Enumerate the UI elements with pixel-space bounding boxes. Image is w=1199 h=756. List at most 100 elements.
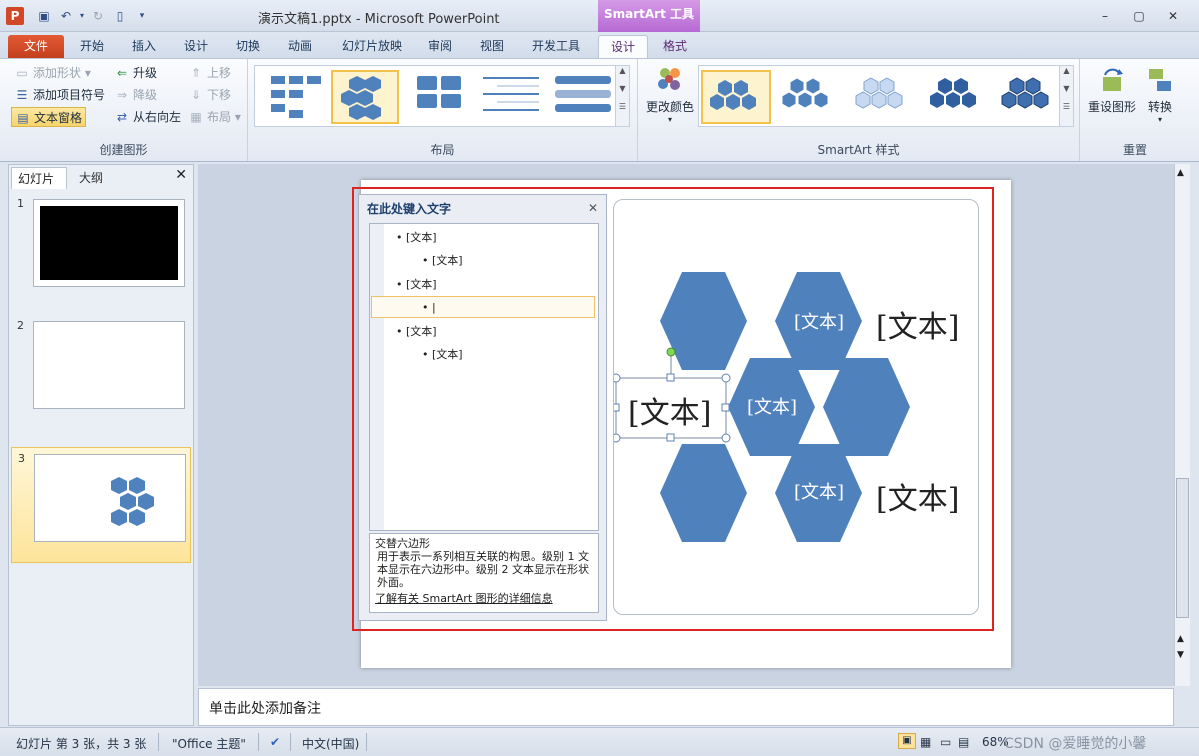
next-slide-icon[interactable]: ▼ <box>1177 650 1184 660</box>
demote-button[interactable]: ⇒ 降级 <box>114 85 157 105</box>
slide-thumbnail-1[interactable]: 1 <box>11 193 191 309</box>
normal-view-icon[interactable]: ▣ <box>898 733 916 749</box>
theme-status[interactable]: "Office 主题" <box>172 735 246 752</box>
new-file-icon[interactable]: ▯ <box>112 8 128 24</box>
slide-count-status: 幻灯片 第 3 张，共 3 张 <box>16 737 147 751</box>
highlight-rectangle <box>352 187 994 631</box>
slide-number: 3 <box>18 452 25 465</box>
tab-insert[interactable]: 插入 <box>122 35 166 58</box>
language-status[interactable]: 中文(中国) <box>302 735 359 752</box>
right-to-left-button[interactable]: ⇄ 从右向左 <box>114 107 181 127</box>
slide-number: 1 <box>17 197 24 210</box>
scroll-up-icon[interactable]: ▲ <box>1177 168 1184 178</box>
layout-item-block-list[interactable] <box>405 70 473 124</box>
vertical-scrollbar[interactable]: ▲ ▲ ▼ <box>1174 164 1190 686</box>
tab-file[interactable]: 文件 <box>8 35 64 58</box>
style-item-4[interactable] <box>923 70 993 124</box>
notes-pane[interactable]: 单击此处添加备注 <box>198 688 1174 726</box>
bullet-list-icon: ☰ <box>16 88 28 102</box>
tab-slideshow[interactable]: 幻灯片放映 <box>334 35 410 58</box>
ribbon: ▭ 添加形状 ▾ ☰ 添加项目符号 ▤ 文本窗格 ⇐ 升级 ⇒ 降级 ⇄ 从右向左 ⇑ 上移 … <box>0 58 1199 162</box>
right-to-left-icon: ⇄ <box>116 110 128 124</box>
style-item-3[interactable] <box>849 70 919 124</box>
layout-button[interactable]: ▦ 布局 ▾ <box>188 107 241 127</box>
slide-sorter-icon[interactable]: ▦ <box>920 735 931 749</box>
layout-icon: ▦ <box>190 110 202 124</box>
group-smartart-styles: 更改颜色 ▾ ▲ ▼ ☰ SmartArt 样式 <box>638 59 1080 161</box>
previous-slide-icon[interactable]: ▲ <box>1177 634 1184 644</box>
add-shape-button[interactable]: ▭ 添加形状 ▾ <box>14 63 91 83</box>
reset-graphic-icon <box>1103 68 1123 91</box>
reading-view-icon[interactable]: ▭ <box>940 735 951 749</box>
tab-developer[interactable]: 开发工具 <box>524 35 588 58</box>
move-up-button[interactable]: ⇑ 上移 <box>188 63 231 83</box>
smartart-tools-title: SmartArt 工具 <box>598 0 700 32</box>
group-reset: 重设图形 转换 ▾ 重置 <box>1080 59 1190 161</box>
powerpoint-logo-icon[interactable]: P <box>6 7 24 25</box>
ribbon-tabs: 文件 开始 插入 设计 切换 动画 幻灯片放映 审阅 视图 开发工具 设计 格式… <box>0 32 1199 85</box>
arrow-down-icon: ⇓ <box>190 88 202 102</box>
close-icon[interactable]: ✕ <box>1164 8 1182 24</box>
customize-qat-icon[interactable]: ▾ <box>134 8 150 24</box>
group-create-graphic: ▭ 添加形状 ▾ ☰ 添加项目符号 ▤ 文本窗格 ⇐ 升级 ⇒ 降级 ⇄ 从右向左 ⇑ 上移 … <box>0 59 248 161</box>
slide-preview <box>34 454 186 542</box>
tab-outline[interactable]: 大纲 <box>73 167 109 189</box>
tab-smartart-format[interactable]: 格式 <box>652 35 698 58</box>
text-pane-icon: ▤ <box>17 111 29 125</box>
scroll-thumb[interactable] <box>1176 478 1189 618</box>
move-down-button[interactable]: ⇓ 下移 <box>188 85 231 105</box>
layouts-gallery: ▲ ▼ ☰ <box>254 65 630 127</box>
tab-smartart-design[interactable]: 设计 <box>598 35 648 58</box>
watermark-text: CSDN @爱睡觉的小馨 <box>1004 736 1147 752</box>
styles-gallery: ▲ ▼ ☰ <box>698 65 1074 127</box>
layout-item-hierarchy[interactable] <box>261 70 329 124</box>
maximize-icon[interactable]: ▢ <box>1130 8 1148 24</box>
add-shape-icon: ▭ <box>16 66 28 80</box>
slideshow-view-icon[interactable]: ▤ <box>958 735 969 749</box>
slide-preview <box>33 199 185 287</box>
convert-dropdown-icon: ▾ <box>1157 115 1162 124</box>
tab-review[interactable]: 审阅 <box>418 35 462 58</box>
group-label-reset: 重置 <box>1122 143 1147 157</box>
redo-icon[interactable]: ↻ <box>90 8 106 24</box>
group-label-layouts: 布局 <box>430 143 455 157</box>
styles-gallery-scroll[interactable]: ▲ ▼ ☰ <box>1059 66 1073 126</box>
slide-thumbnail-3[interactable]: 3 <box>11 447 191 563</box>
tab-design[interactable]: 设计 <box>174 35 218 58</box>
group-layouts: ▲ ▼ ☰ 布局 <box>248 59 638 161</box>
notes-placeholder: 单击此处添加备注 <box>209 701 321 717</box>
black-rectangle <box>40 206 178 280</box>
hexagon-thumbnail <box>111 477 154 526</box>
undo-dropdown-icon[interactable]: ▾ <box>74 8 90 24</box>
promote-arrow-icon: ⇐ <box>116 66 128 80</box>
change-colors-button[interactable]: 更改颜色 ▾ <box>644 65 696 124</box>
slide-thumbnail-2[interactable]: 2 <box>11 315 191 431</box>
add-bullet-button[interactable]: ☰ 添加项目符号 <box>14 85 105 105</box>
tab-view[interactable]: 视图 <box>470 35 514 58</box>
layout-item-lined-list[interactable] <box>477 70 545 124</box>
tab-animations[interactable]: 动画 <box>278 35 322 58</box>
group-label-create-graphic: 创建图形 <box>99 143 148 157</box>
spell-check-icon[interactable]: ✔ <box>270 735 280 749</box>
close-panel-icon[interactable]: ✕ <box>175 167 187 183</box>
layout-item-alternating-hexagons[interactable] <box>331 70 399 124</box>
style-item-5[interactable] <box>995 70 1061 124</box>
style-item-1[interactable] <box>701 70 771 124</box>
undo-icon[interactable]: ↶ <box>58 8 74 24</box>
tab-slides[interactable]: 幻灯片 <box>11 167 67 189</box>
convert-button[interactable]: 转换 ▾ <box>1140 65 1180 124</box>
reset-graphic-button[interactable]: 重设图形 <box>1084 65 1140 115</box>
minimize-icon[interactable]: – <box>1096 8 1114 24</box>
style-item-2[interactable] <box>775 70 845 124</box>
group-label-smartart-styles: SmartArt 样式 <box>817 143 900 157</box>
layouts-gallery-scroll[interactable]: ▲ ▼ ☰ <box>615 66 629 126</box>
color-palette-icon <box>658 68 680 90</box>
tab-home[interactable]: 开始 <box>70 35 114 58</box>
save-icon[interactable]: ▣ <box>36 8 52 24</box>
text-pane-button[interactable]: ▤ 文本窗格 <box>11 107 87 127</box>
change-colors-dropdown-icon: ▾ <box>667 115 672 124</box>
promote-button[interactable]: ⇐ 升级 <box>114 63 157 83</box>
tab-transitions[interactable]: 切换 <box>226 35 270 58</box>
slide-number: 2 <box>17 319 24 332</box>
layout-item-vertical-bullet[interactable] <box>549 70 617 124</box>
